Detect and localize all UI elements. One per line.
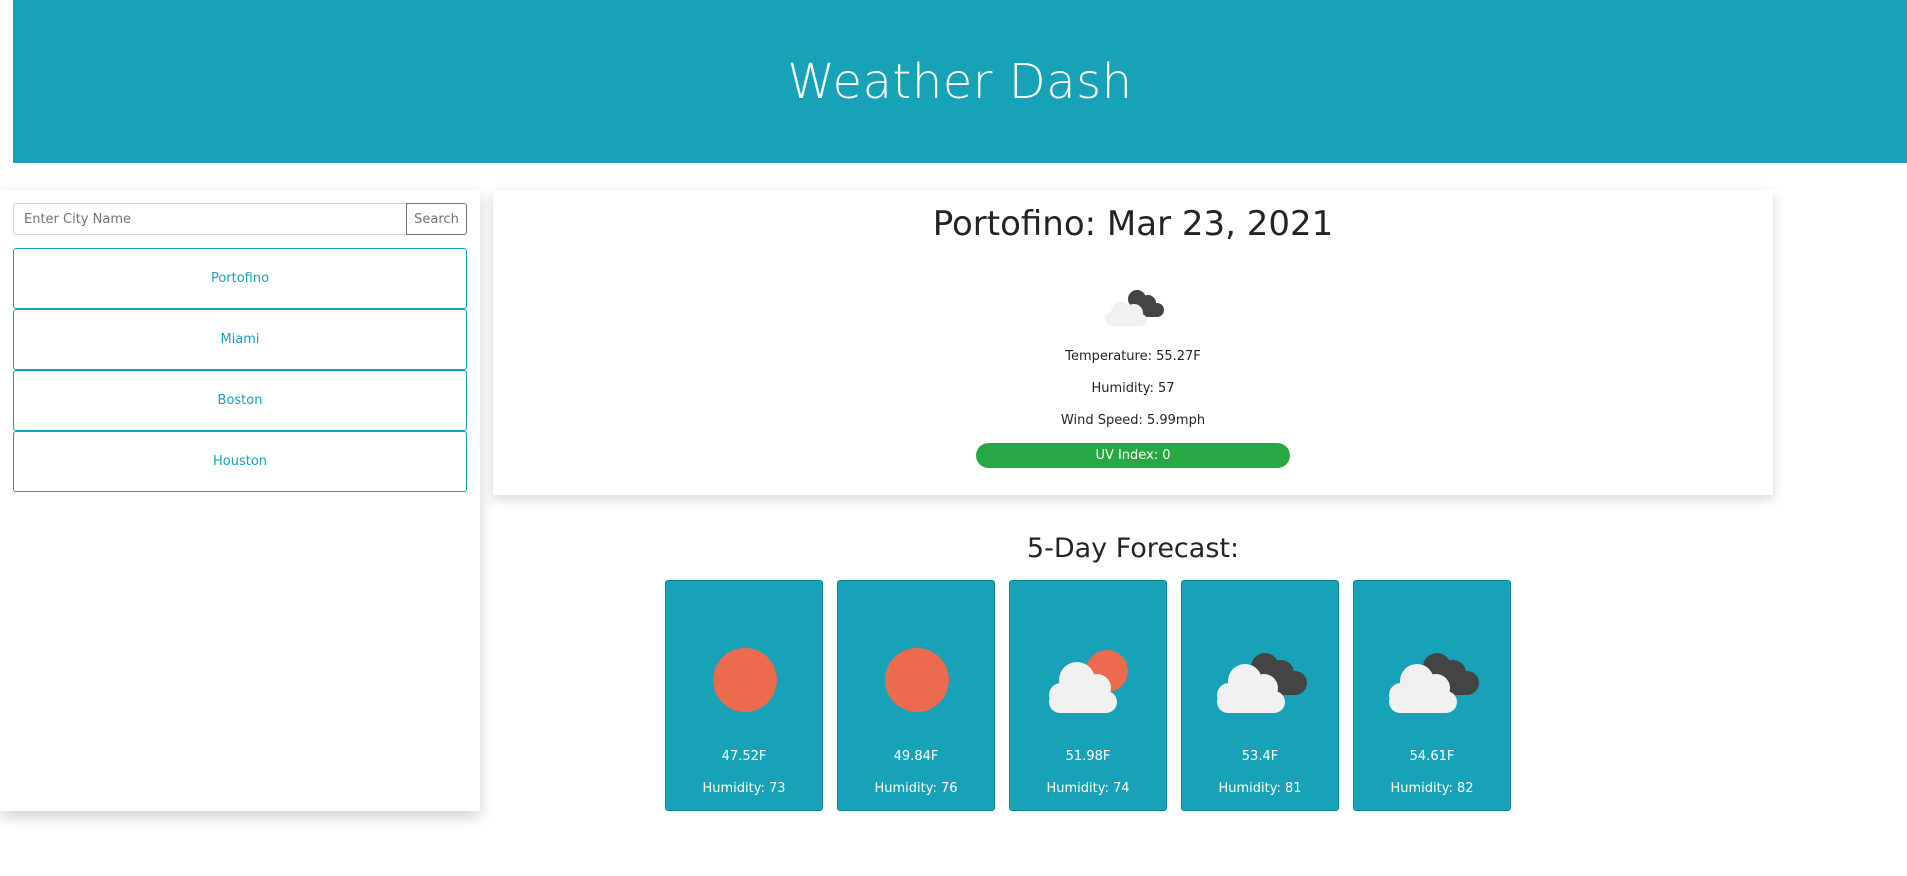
- clear-sky-icon: [713, 648, 777, 712]
- city-history-item[interactable]: Houston: [13, 431, 467, 492]
- city-history-label: Houston: [212, 454, 268, 469]
- clear-sky-icon: [885, 648, 949, 712]
- broken-clouds-icon: [1389, 653, 1479, 713]
- forecast-humidity: Humidity: 82: [1390, 781, 1474, 796]
- search-history-list: Portofino Miami Boston Houston: [13, 248, 467, 492]
- forecast-humidity: Humidity: 73: [702, 781, 786, 796]
- forecast-card: 47.52F Humidity: 73: [665, 580, 823, 811]
- broken-clouds-icon: [1217, 653, 1307, 713]
- current-wind-speed: Wind Speed: 5.99mph: [1060, 413, 1206, 428]
- forecast-humidity: Humidity: 81: [1218, 781, 1302, 796]
- current-city-date: Portofino: Mar 23, 2021: [932, 204, 1334, 244]
- search-form: Search: [13, 203, 467, 235]
- forecast-humidity: Humidity: 76: [874, 781, 958, 796]
- sidebar: Search Portofino Miami Boston Houston: [0, 190, 480, 811]
- forecast-temp: 47.52F: [721, 749, 767, 764]
- forecast-title: 5-Day Forecast:: [1026, 533, 1240, 564]
- few-clouds-icon: [1049, 650, 1128, 713]
- forecast-temp: 53.4F: [1241, 749, 1279, 764]
- forecast-temp: 49.84F: [893, 749, 939, 764]
- city-history-label: Miami: [220, 332, 260, 347]
- city-history-item[interactable]: Boston: [13, 370, 467, 431]
- forecast-card: 54.61F Humidity: 82: [1353, 580, 1511, 811]
- city-history-label: Portofino: [210, 271, 270, 286]
- app-title: Weather Dash: [787, 53, 1133, 110]
- forecast-card: 49.84F Humidity: 76: [837, 580, 995, 811]
- broken-clouds-icon: [1105, 290, 1164, 326]
- city-history-item[interactable]: Miami: [13, 309, 467, 370]
- city-search-input[interactable]: [13, 203, 406, 235]
- city-history-item[interactable]: Portofino: [13, 248, 467, 309]
- uv-index-badge: UV Index: 0: [976, 443, 1290, 468]
- forecast-humidity: Humidity: 74: [1046, 781, 1130, 796]
- app-header: Weather Dash: [13, 0, 1907, 163]
- current-humidity: Humidity: 57: [1091, 381, 1175, 396]
- current-weather-card: Portofino: Mar 23, 2021 Temperature: 55.…: [493, 190, 1773, 495]
- forecast-temp: 54.61F: [1409, 749, 1455, 764]
- forecast-row: 47.52F Humidity: 73 49.84F Humidity: 76 …: [665, 580, 1511, 811]
- city-history-label: Boston: [217, 393, 263, 408]
- current-temperature: Temperature: 55.27F: [1065, 349, 1201, 364]
- forecast-card: 53.4F Humidity: 81: [1181, 580, 1339, 811]
- forecast-temp: 51.98F: [1065, 749, 1111, 764]
- forecast-card: 51.98F Humidity: 74: [1009, 580, 1167, 811]
- search-button[interactable]: Search: [406, 203, 467, 235]
